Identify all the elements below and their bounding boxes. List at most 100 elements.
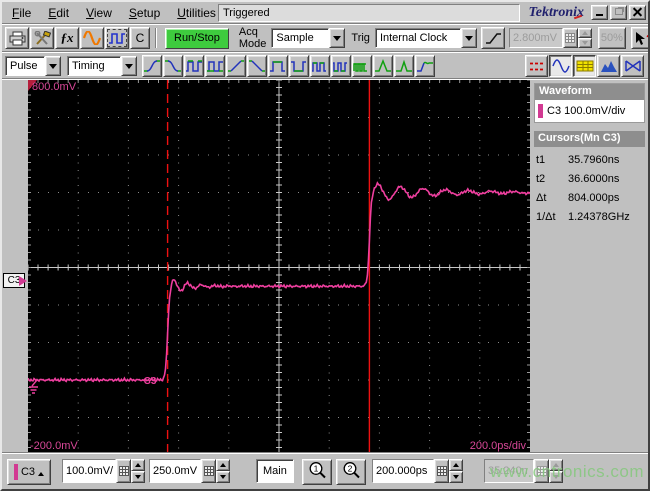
measurement-table-icon — [576, 60, 593, 72]
context-help-button[interactable]: ? — [630, 27, 650, 49]
main-toolbar: ƒx C Run/Stop Acq Mode Sample Trig Inter… — [2, 25, 648, 52]
zoom1-button[interactable]: 1 — [302, 459, 332, 485]
measure-mode-value: Timing — [67, 55, 121, 76]
clear-button[interactable]: C — [130, 27, 150, 49]
menu-bar: FileEditViewSetupUtilitiesHelp Triggered… — [2, 2, 648, 24]
close-button[interactable] — [629, 5, 646, 20]
trigger-source-value: Internal Clock — [374, 28, 461, 48]
glitch-button[interactable] — [373, 54, 393, 77]
flyout-arrow-icon — [38, 469, 45, 476]
svg-text:2: 2 — [347, 464, 352, 474]
channel-readout[interactable]: C3 100.0mV/div — [535, 100, 644, 120]
print-button[interactable] — [5, 27, 29, 49]
pos-pulse-button[interactable] — [268, 54, 288, 77]
timebase-main-tab[interactable]: Main — [256, 459, 294, 483]
rise-time-icon — [144, 59, 160, 72]
waveform-section: Waveform C3 100.0mV/div — [534, 83, 645, 123]
falling-edge-button[interactable] — [247, 54, 267, 77]
settling-button[interactable] — [415, 54, 435, 77]
bottom-scale-label: -200.0mV — [30, 440, 78, 452]
increment-button[interactable] — [216, 459, 230, 471]
svg-text:?: ? — [646, 32, 650, 46]
ground-reference-icon — [29, 379, 38, 394]
cursors-toggle-icon — [529, 62, 544, 71]
horizontal-position-field: 35.240n — [484, 459, 534, 483]
eye-diagram-button[interactable] — [621, 55, 644, 77]
rise-time-button[interactable] — [142, 54, 162, 77]
pos-width-icon — [186, 59, 202, 72]
utilities-tools-button[interactable] — [30, 27, 54, 49]
fall-time-button[interactable] — [163, 54, 183, 77]
keypad-button[interactable] — [434, 459, 449, 483]
peak-button[interactable] — [394, 54, 414, 77]
acq-mode-value: Sample — [271, 28, 330, 48]
decrement-button[interactable] — [216, 471, 230, 483]
neg-pulse-button[interactable] — [289, 54, 309, 77]
menu-file[interactable]: File — [4, 4, 40, 22]
pulse-train-pos-button[interactable] — [310, 54, 330, 77]
cursor-readouts: t1 35.7960ns t2 36.6000ns Δt 804.000ps 1/Δt 1.2… — [534, 151, 645, 227]
pulse-train-neg-icon — [333, 61, 347, 72]
readout-label: 1/Δt — [536, 211, 556, 223]
menu-utilities[interactable]: Utilities — [169, 4, 225, 22]
channel-color-swatch — [13, 464, 18, 480]
math-fx-button[interactable]: ƒx — [55, 27, 79, 49]
increment-button[interactable] — [449, 459, 463, 471]
falling-edge-icon — [249, 59, 265, 72]
measure-mode-select[interactable]: Timing — [67, 55, 137, 76]
pulse-measure-button[interactable] — [105, 27, 129, 49]
neg-width-button[interactable] — [205, 54, 225, 77]
trigger-source-select[interactable]: Internal Clock — [374, 28, 477, 48]
neg-pulse-icon — [291, 60, 306, 72]
channel-select-button[interactable]: C3 — [7, 459, 51, 485]
pos-width-button[interactable] — [184, 54, 204, 77]
minimize-button[interactable] — [591, 5, 608, 20]
waveform-display-button[interactable] — [80, 27, 104, 49]
menu-edit[interactable]: Edit — [40, 4, 78, 22]
cursors-toggle-button[interactable] — [525, 55, 548, 77]
dropdown-arrow-icon[interactable] — [121, 55, 137, 76]
measurement-table-button[interactable] — [573, 55, 596, 77]
run-stop-button[interactable]: Run/Stop — [165, 27, 229, 49]
vertical-scale-field[interactable]: 100.0mV/ — [62, 459, 116, 483]
neg-width-icon — [207, 60, 223, 72]
keypad-button[interactable] — [116, 459, 131, 483]
oscilloscope-window: FileEditViewSetupUtilitiesHelp Triggered… — [0, 0, 650, 491]
decrement-button[interactable] — [449, 471, 463, 483]
dropdown-arrow-icon[interactable] — [329, 28, 346, 48]
vertical-scale-spinbox: 100.0mV/ — [62, 459, 145, 483]
readout-value: 36.6000ns — [568, 173, 620, 185]
readout-row: 1/Δt 1.24378GHz — [534, 208, 645, 227]
histogram-view-button[interactable] — [597, 55, 620, 77]
peak-icon — [396, 59, 412, 72]
rising-edge-button[interactable] — [226, 54, 246, 77]
keypad-icon — [203, 466, 214, 476]
trigger-slope-button[interactable] — [480, 27, 505, 49]
dropdown-arrow-icon[interactable] — [460, 28, 477, 48]
keypad-button[interactable] — [201, 459, 216, 483]
vertical-position-field[interactable]: 250.0mV — [149, 459, 201, 483]
cursors-header: Cursors(Mn C3) — [534, 131, 645, 147]
readout-value: 1.24378GHz — [568, 211, 630, 223]
magnifier-2-icon: 2 — [343, 462, 360, 479]
zoom2-button[interactable]: 2 — [336, 459, 366, 485]
pulse-train-neg-button[interactable] — [331, 54, 351, 77]
increment-button[interactable] — [131, 459, 145, 471]
measure-class-select[interactable]: Pulse — [5, 55, 61, 76]
waveform-view-button[interactable] — [549, 55, 572, 77]
burst-icon — [353, 62, 367, 72]
menu-setup[interactable]: Setup — [121, 4, 169, 22]
decrement-button[interactable] — [131, 471, 145, 483]
trigger-status: Triggered — [218, 4, 520, 22]
acq-mode-select[interactable]: Sample — [271, 28, 346, 48]
magnifier-1-icon: 1 — [309, 462, 326, 479]
measure-class-value: Pulse — [5, 55, 45, 76]
readout-row: Δt 804.000ps — [534, 189, 645, 208]
horizontal-scale-field[interactable]: 200.000ps — [372, 459, 434, 483]
channel-c3-marker[interactable]: C3 — [3, 273, 27, 288]
menu-view[interactable]: View — [78, 4, 121, 22]
readout-panel: Waveform C3 100.0mV/div Cursors(Mn C3) t… — [530, 80, 648, 455]
dropdown-arrow-icon[interactable] — [45, 55, 61, 76]
keypad-icon — [536, 466, 547, 476]
burst-button[interactable] — [352, 54, 372, 77]
